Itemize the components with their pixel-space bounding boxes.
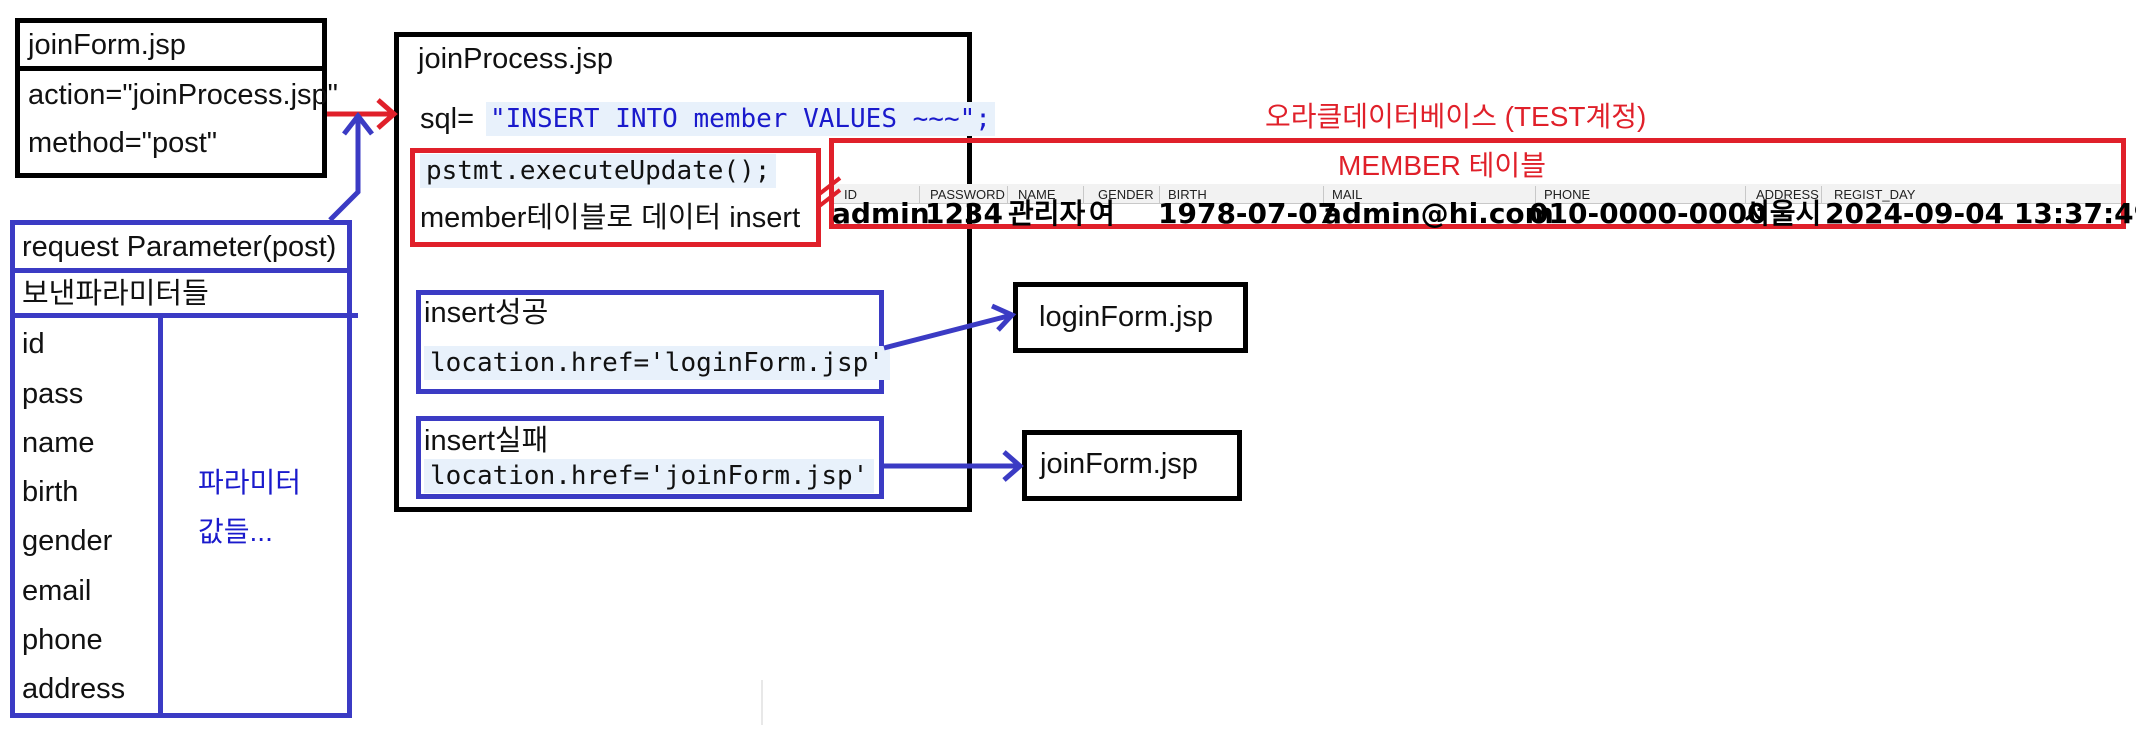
param-birth: birth <box>22 476 79 508</box>
param-values-line2: 값들... <box>198 516 273 547</box>
join-form-method: method="post" <box>28 127 218 159</box>
join-form-divider <box>15 66 327 71</box>
success-arrow-head <box>990 303 1017 332</box>
request-arrow-head <box>342 111 374 136</box>
param-name: name <box>22 427 95 459</box>
cell-password: 1234 <box>925 197 1003 230</box>
join-form-action: action="joinProcess.jsp" <box>28 79 338 111</box>
cell-birth: 1978-07-07 <box>1158 197 1338 230</box>
join-form-title: joinForm.jsp <box>28 29 186 61</box>
cell-address: 서울시 <box>1744 197 1822 230</box>
sent-params-label: 보낸파라미터들 <box>22 278 209 310</box>
param-email: email <box>22 575 92 607</box>
param-gender: gender <box>22 525 113 557</box>
sql-statement: "INSERT INTO member VALUES ~~~"; <box>486 102 995 136</box>
sql-prefix: sql= <box>420 103 475 135</box>
join-form-target-label: joinForm.jsp <box>1040 448 1198 480</box>
cell-id: admin <box>832 197 930 230</box>
param-pass: pass <box>22 378 84 410</box>
cell-gender: 여 <box>1089 197 1115 230</box>
insert-success-label: insert성공 <box>424 297 549 329</box>
cell-regist-day: 2024-09-04 13:37:49 <box>1825 197 2136 230</box>
param-id: id <box>22 328 45 360</box>
sent-params-divider <box>10 313 358 318</box>
param-address: address <box>22 673 126 705</box>
request-arrow-line <box>328 118 361 222</box>
request-header-divider <box>10 268 352 273</box>
request-header: request Parameter(post) <box>22 231 337 263</box>
insert-description: member테이블로 데이터 insert <box>420 202 801 234</box>
login-form-label: loginForm.jsp <box>1039 301 1214 333</box>
execute-update-code: pstmt.executeUpdate(); <box>420 154 777 188</box>
fail-arrow-head <box>1002 450 1024 482</box>
insert-fail-code: location.href='joinForm.jsp' <box>424 459 875 493</box>
cell-mail: admin@hi.com <box>1323 197 1554 230</box>
member-table-title: MEMBER 테이블 <box>1338 150 1546 181</box>
params-column-divider <box>158 313 163 718</box>
insert-success-code: location.href='loginForm.jsp' <box>424 346 890 380</box>
insert-fail-label: insert실패 <box>424 425 549 457</box>
action-arrow-head <box>376 98 398 130</box>
cell-name: 관리자 <box>1008 197 1086 230</box>
cell-phone: 010-0000-0000 <box>1529 197 1767 230</box>
join-process-title: joinProcess.jsp <box>418 43 614 75</box>
param-phone: phone <box>22 624 103 656</box>
database-title: 오라클데이터베이스 (TEST계정) <box>1265 101 1647 132</box>
param-values-line1: 파라미터 <box>198 467 302 498</box>
